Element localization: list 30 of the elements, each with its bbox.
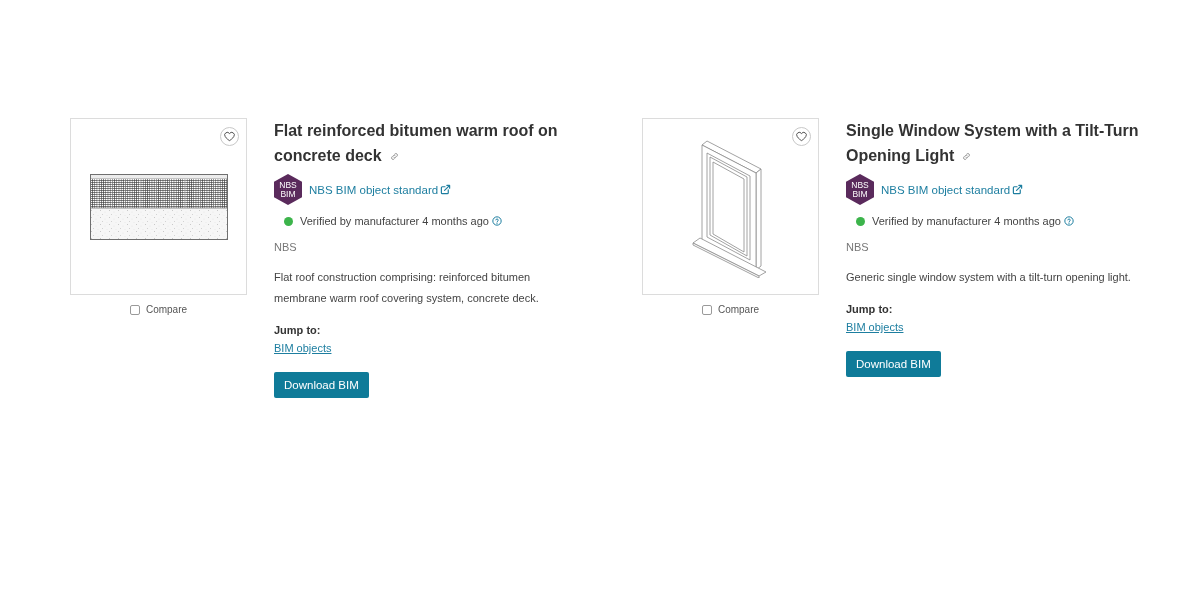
compare-checkbox[interactable] bbox=[129, 305, 140, 315]
product-title[interactable]: Single Window System with a Tilt-Turn Opening Light bbox=[846, 118, 1166, 168]
jump-to-label: Jump to: bbox=[846, 302, 894, 317]
product-description: Generic single window system with a tilt-turn opening light. bbox=[846, 270, 1132, 285]
link-icon bbox=[389, 152, 399, 162]
bim-objects-link[interactable]: BIM objects bbox=[846, 321, 904, 333]
manufacturer-name: NBS bbox=[846, 240, 870, 255]
compare-label[interactable]: Compare bbox=[717, 303, 760, 317]
compare-label[interactable]: Compare bbox=[145, 303, 188, 317]
download-button[interactable]: Download BIM bbox=[846, 351, 941, 377]
help-icon[interactable] bbox=[1063, 216, 1074, 226]
verification-text: Verified by manufacturer 4 months ago bbox=[872, 214, 1061, 229]
standard-badge: NBS BIM bbox=[846, 174, 874, 205]
favorite-button[interactable] bbox=[792, 127, 811, 146]
standard-link[interactable]: NBS BIM object standard bbox=[881, 181, 1024, 198]
link-icon bbox=[962, 152, 972, 162]
verification-text: Verified by manufacturer 4 months ago bbox=[300, 214, 489, 229]
external-link-icon bbox=[440, 184, 452, 195]
standard-badge: NBS BIM bbox=[274, 174, 302, 205]
help-icon[interactable] bbox=[491, 216, 502, 226]
jump-to-label: Jump to: bbox=[274, 323, 322, 338]
compare-checkbox[interactable] bbox=[701, 305, 712, 315]
external-link-icon bbox=[1012, 184, 1024, 195]
manufacturer-name: NBS bbox=[274, 240, 298, 255]
bim-objects-link[interactable]: BIM objects bbox=[274, 342, 332, 354]
product-title[interactable]: Flat reinforced bitumen warm roof on concrete deck bbox=[274, 118, 594, 168]
standard-link[interactable]: NBS BIM object standard bbox=[309, 181, 452, 198]
download-button[interactable]: Download BIM bbox=[274, 372, 369, 398]
product-description: Flat roof construction comprising: reinforced bitumen membrane warm roof covering system, concrete deck. bbox=[274, 270, 540, 306]
favorite-button[interactable] bbox=[220, 127, 239, 146]
